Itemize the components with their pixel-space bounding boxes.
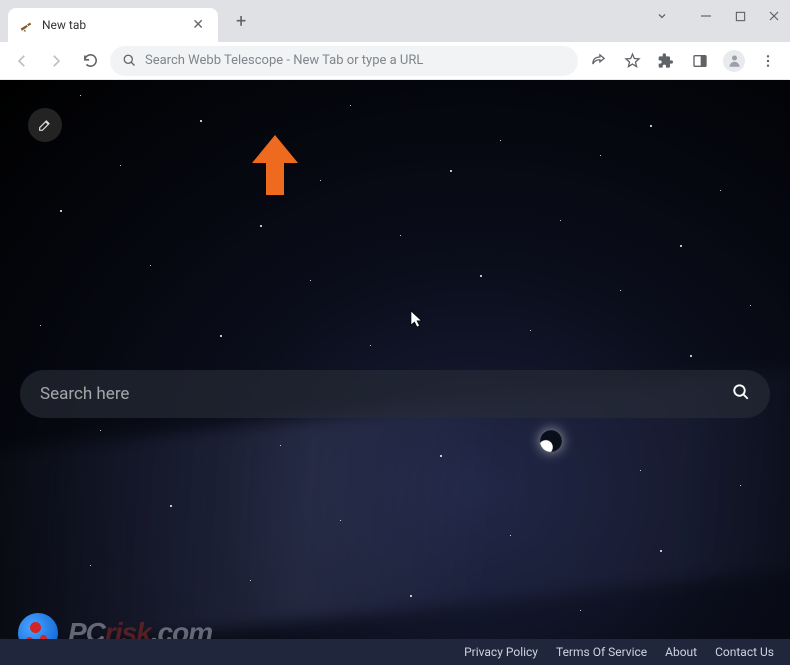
- search-icon: [122, 53, 137, 68]
- browser-titlebar: New tab ✕ +: [0, 0, 790, 42]
- tab-search-chevron-icon[interactable]: [654, 8, 670, 24]
- mouse-cursor-icon: [410, 310, 424, 334]
- window-maximize-button[interactable]: [732, 8, 748, 24]
- address-bar[interactable]: Search Webb Telescope - New Tab or type …: [110, 46, 578, 76]
- page-search-submit-icon[interactable]: [732, 383, 750, 405]
- window-minimize-button[interactable]: [698, 8, 714, 24]
- share-icon[interactable]: [584, 47, 612, 75]
- new-tab-page: Search here PCrisk.com Privacy Policy Te…: [0, 80, 790, 665]
- forward-button[interactable]: [42, 47, 70, 75]
- profile-avatar[interactable]: [720, 47, 748, 75]
- tab-favicon-telescope-icon: [18, 17, 34, 33]
- back-button[interactable]: [8, 47, 36, 75]
- new-tab-button[interactable]: +: [226, 7, 256, 36]
- page-search-bar[interactable]: Search here: [20, 370, 770, 418]
- bookmark-star-icon[interactable]: [618, 47, 646, 75]
- tab-title: New tab: [42, 18, 188, 32]
- footer-link-contact[interactable]: Contact Us: [715, 645, 774, 659]
- browser-toolbar: Search Webb Telescope - New Tab or type …: [0, 42, 790, 80]
- address-bar-placeholder: Search Webb Telescope - New Tab or type …: [145, 53, 566, 68]
- annotation-arrow-icon: [252, 135, 298, 199]
- reload-button[interactable]: [76, 47, 104, 75]
- kebab-menu-icon[interactable]: [754, 47, 782, 75]
- footer-link-terms[interactable]: Terms Of Service: [556, 645, 647, 659]
- footer-link-about[interactable]: About: [665, 645, 697, 659]
- side-panel-icon[interactable]: [686, 47, 714, 75]
- window-close-button[interactable]: [766, 8, 782, 24]
- page-search-placeholder: Search here: [40, 384, 732, 404]
- page-footer: Privacy Policy Terms Of Service About Co…: [0, 639, 790, 665]
- tab-close-icon[interactable]: ✕: [188, 15, 208, 35]
- footer-link-privacy[interactable]: Privacy Policy: [464, 645, 538, 659]
- browser-tab[interactable]: New tab ✕: [8, 8, 218, 42]
- extensions-icon[interactable]: [652, 47, 680, 75]
- edit-background-button[interactable]: [28, 108, 62, 142]
- window-controls: [654, 8, 782, 24]
